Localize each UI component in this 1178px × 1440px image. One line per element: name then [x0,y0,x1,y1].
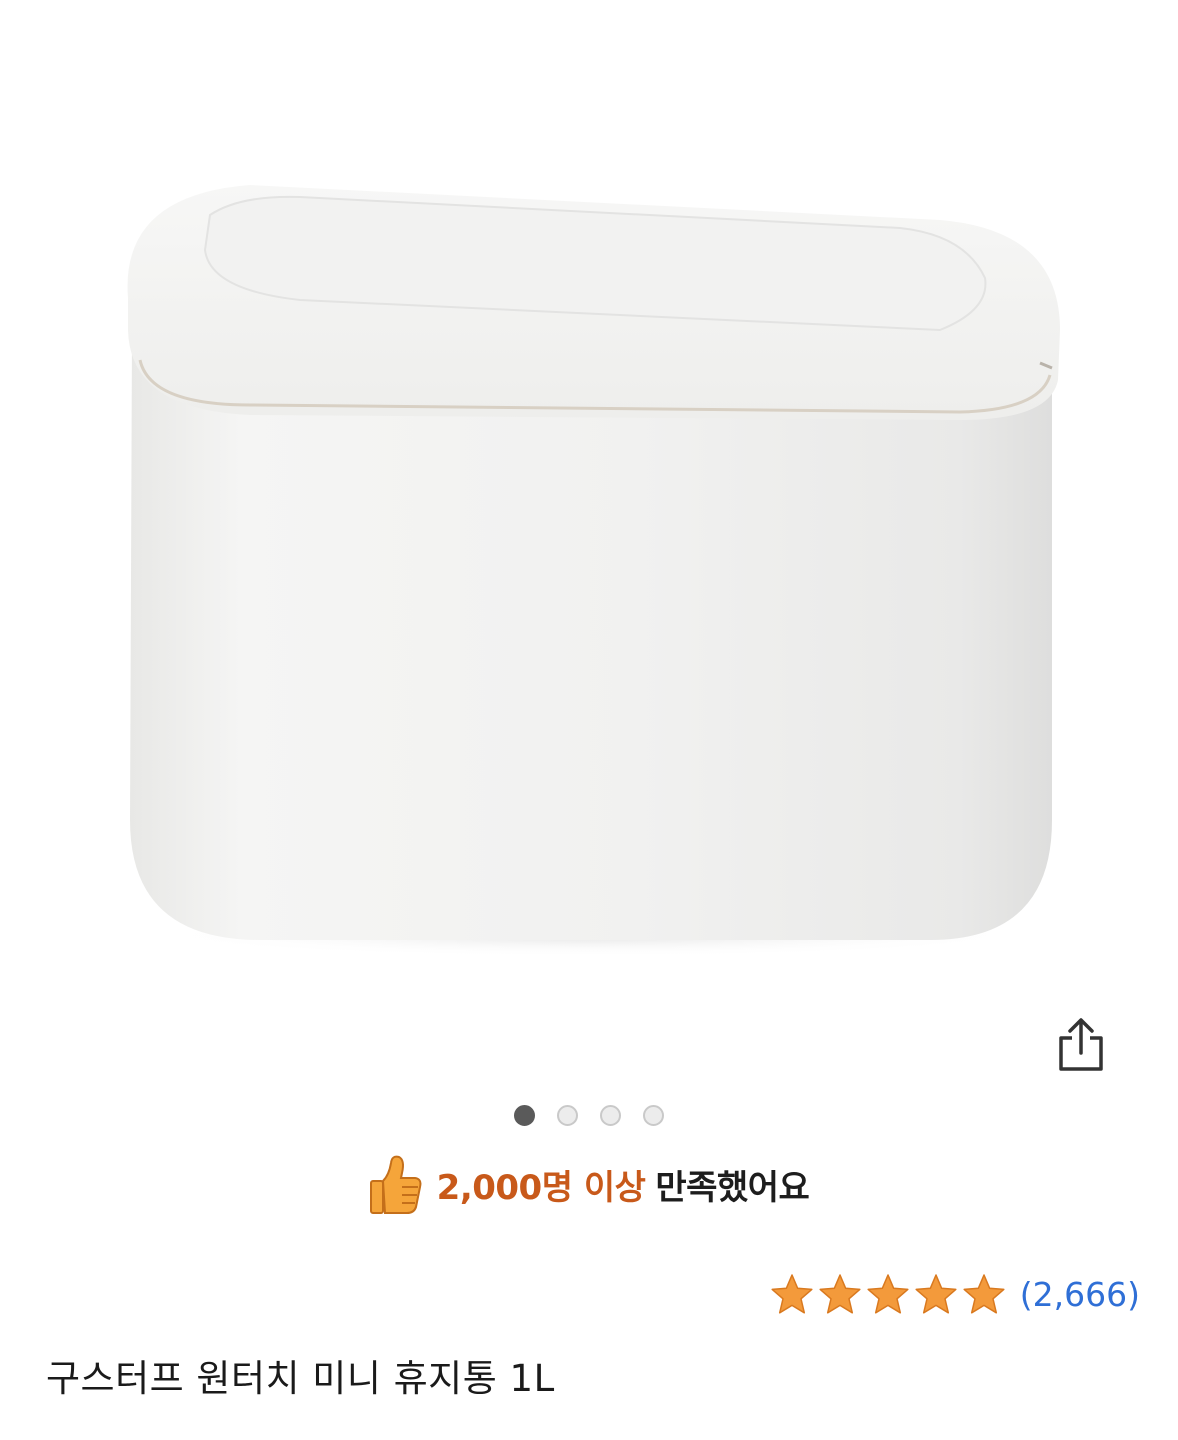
thumbs-up-icon [369,1155,422,1214]
product-title: 구스터프 원터치 미니 휴지통 1L [46,1357,555,1400]
review-count[interactable]: (2,666) [1020,1275,1140,1314]
trash-bin-illustration [127,185,1060,957]
share-button[interactable] [1048,1012,1114,1078]
rating-summary[interactable]: (2,666) [770,1272,1140,1316]
star-rating [770,1273,1006,1315]
product-image[interactable] [0,0,1178,1010]
pager-dot[interactable] [600,1104,621,1126]
star-icon [963,1274,1005,1314]
image-pager [0,1102,1178,1128]
star-icon [819,1274,861,1314]
pager-dot[interactable] [643,1104,664,1126]
satisfaction-count: 2,000명 이상 [436,1167,646,1208]
satisfaction-banner: 2,000명 이상 만족했어요 [0,1150,1178,1218]
star-icon [867,1274,909,1314]
star-icon [915,1274,957,1314]
pager-dot[interactable] [514,1104,535,1126]
share-icon [1059,1018,1103,1071]
satisfaction-text: 만족했어요 [655,1167,810,1208]
star-icon [771,1274,813,1314]
pager-dot[interactable] [557,1104,578,1126]
